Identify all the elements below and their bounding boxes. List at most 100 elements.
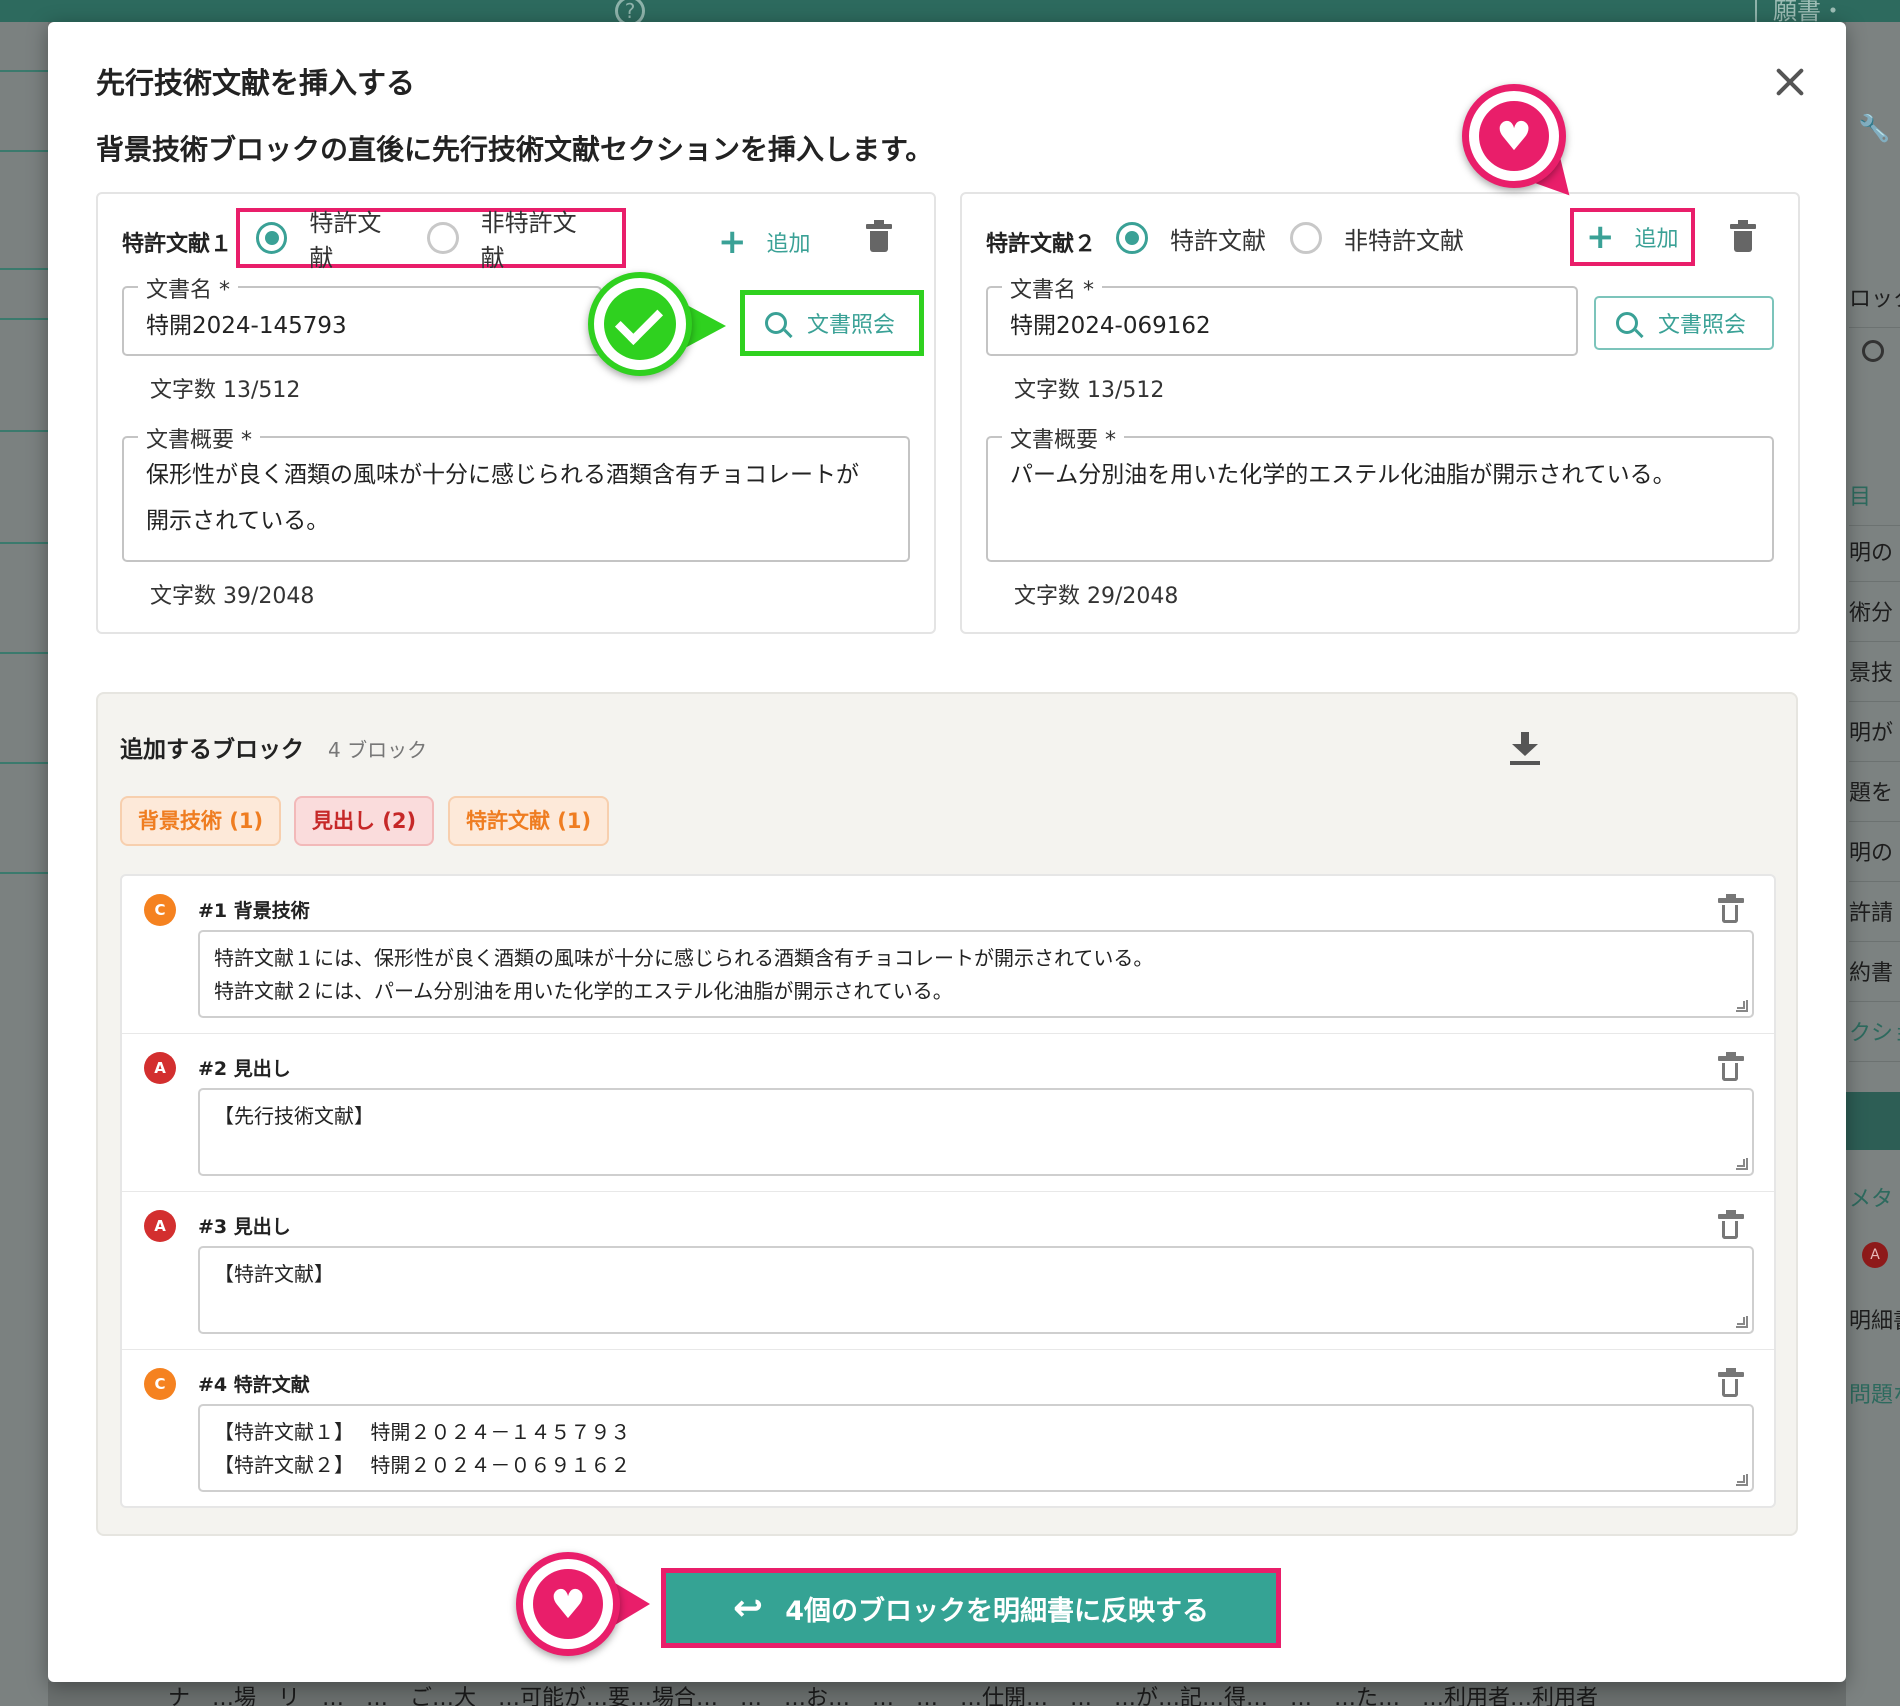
document-summary-field[interactable]: 文書概要 * 保形性が良く酒類の風味が十分に感じられる酒類含有チョコレートが開示… (122, 422, 910, 562)
search-icon (1616, 312, 1638, 334)
field-label: 文書名 * (1002, 272, 1102, 304)
app-right-sidebar: 🔧 ロック 目 明の 術分 景技 明が 題を 明の 許請 約書 クショ メタ A… (1846, 22, 1900, 1706)
sidebar-item[interactable]: 許請 (1849, 886, 1900, 942)
sidebar-item[interactable]: 明細書 (1849, 1294, 1900, 1350)
plus-icon: + (718, 222, 747, 262)
blocks-title: 追加するブロック (120, 737, 304, 763)
block-text: 【特許文献】 (214, 1262, 334, 1286)
block-list: C #1 背景技術 特許文献１には、保形性が良く酒類の風味が十分に感じられる酒類… (120, 874, 1776, 1508)
name-char-counter: 文字数 13/512 (1014, 378, 1165, 403)
document-name-field[interactable]: 文書名 * 特開2024-069162 (986, 272, 1578, 356)
heart-icon: ♥ (1479, 101, 1549, 171)
sidebar-item[interactable]: 明が (1849, 706, 1900, 762)
sidebar-item[interactable]: 明の (1849, 826, 1900, 882)
name-char-counter: 文字数 13/512 (150, 378, 301, 403)
lookup-label: 文書照会 (807, 313, 896, 338)
resize-handle-icon[interactable] (1736, 1000, 1748, 1012)
document-name-value: 特開2024-069162 (1010, 313, 1211, 339)
block-type-badge: A (144, 1210, 176, 1242)
sidebar-item[interactable]: ロック (1849, 272, 1900, 328)
trash-icon[interactable] (1718, 1052, 1744, 1081)
block-textarea[interactable]: 【特許文献１】 特開２０２４－１４５７９３ 【特許文献２】 特開２０２４－０６９… (198, 1404, 1754, 1492)
trash-icon[interactable] (1718, 1210, 1744, 1239)
trash-icon[interactable] (1730, 220, 1756, 252)
sidebar-item[interactable]: 明の (1849, 526, 1900, 582)
document-name-value: 特開2024-145793 (146, 313, 347, 339)
dialog-title: 先行技術文献を挿入する (96, 66, 416, 100)
app-tab-application[interactable]: 願書・ (1755, 0, 1900, 22)
block-textarea[interactable]: 【先行技術文献】 (198, 1088, 1754, 1176)
document-lookup-button[interactable]: 文書照会 (1594, 296, 1774, 350)
block-title: #4 特許文献 (198, 1374, 310, 1396)
sidebar-item[interactable]: 景技 (1849, 646, 1900, 702)
radio-label: 特許文献 (309, 209, 382, 272)
resize-handle-icon[interactable] (1736, 1158, 1748, 1170)
lookup-label: 文書照会 (1658, 313, 1747, 338)
sidebar-item[interactable]: 題を (1849, 766, 1900, 822)
trash-icon[interactable] (1718, 894, 1744, 923)
resize-handle-icon[interactable] (1736, 1316, 1748, 1328)
document-type-radio-group: 特許文献 非特許文献 (1100, 208, 1490, 268)
chip-patent-document[interactable]: 特許文献 (1) (448, 796, 610, 846)
document-card-1: 特許文献１ 特許文献 非特許文献 + 追加 文書名 * 特開2024-14579… (96, 192, 936, 634)
block-textarea[interactable]: 【特許文献】 (198, 1246, 1754, 1334)
close-icon[interactable] (1770, 62, 1810, 102)
heart-callout-apply: ♥ (516, 1552, 650, 1656)
radio-label: 非特許文献 (480, 209, 577, 272)
document-summary-value: 保形性が良く酒類の風味が十分に感じられる酒類含有チョコレートが開示されている。 (146, 462, 859, 534)
document-summary-field[interactable]: 文書概要 * パーム分別油を用いた化学的エステル化油脂が開示されている。 (986, 422, 1774, 562)
radio-patent[interactable]: 特許文献 (1116, 221, 1266, 256)
app-left-panel (0, 22, 48, 1706)
block-type-badge: A (144, 1052, 176, 1084)
add-document-button[interactable]: + 追加 (1570, 208, 1695, 266)
sidebar-item[interactable]: クショ (1849, 1006, 1900, 1062)
document-name-field[interactable]: 文書名 * 特開2024-145793 (122, 272, 602, 356)
block-text: 【特許文献１】 特開２０２４－１４５７９３ 【特許文献２】 特開２０２４－０６９… (214, 1420, 631, 1477)
download-icon[interactable] (1510, 732, 1540, 766)
trash-icon[interactable] (866, 220, 892, 252)
tab-label: 願書・ (1773, 0, 1845, 22)
summary-char-counter: 文字数 29/2048 (1014, 584, 1179, 609)
sidebar-item[interactable]: 術分 (1849, 586, 1900, 642)
add-document-button[interactable]: + 追加 (718, 222, 811, 262)
block-title: #2 見出し (198, 1058, 291, 1080)
add-label: 追加 (1634, 227, 1679, 252)
document-lookup-button[interactable]: 文書照会 (740, 290, 924, 356)
summary-char-counter: 文字数 39/2048 (150, 584, 315, 609)
search-icon[interactable] (1862, 340, 1884, 362)
radio-nonpatent[interactable]: 非特許文献 (1290, 221, 1464, 256)
apply-blocks-button[interactable]: ↩ 4個のブロックを明細書に反映する (661, 1568, 1281, 1648)
chip-heading[interactable]: 見出し (2) (294, 796, 435, 846)
document-summary-value: パーム分別油を用いた化学的エステル化油脂が開示されている。 (1010, 462, 1676, 488)
radio-checked-icon (1116, 222, 1148, 254)
sidebar-item[interactable]: 目 (1849, 470, 1900, 526)
blocks-panel: 追加するブロック 4 ブロック 背景技術 (1) 見出し (2) 特許文献 (1… (96, 692, 1798, 1536)
plus-icon: + (1586, 217, 1615, 257)
sidebar-item[interactable]: 約書 (1849, 946, 1900, 1002)
apply-label: 4個のブロックを明細書に反映する (785, 1595, 1209, 1627)
radio-label: 特許文献 (1170, 226, 1266, 255)
field-label: 文書概要 * (1002, 422, 1124, 454)
block-title: #1 背景技術 (198, 900, 310, 922)
sidebar-badge: A (1862, 1242, 1888, 1268)
sidebar-item[interactable]: 問題な (1849, 1368, 1900, 1424)
block-text: 【先行技術文献】 (214, 1104, 374, 1128)
resize-handle-icon[interactable] (1736, 1474, 1748, 1486)
trash-icon[interactable] (1718, 1368, 1744, 1397)
sidebar-dark-block (1846, 1092, 1900, 1150)
radio-patent[interactable]: 特許文献 (256, 203, 403, 273)
block-row: C #4 特許文献 【特許文献１】 特開２０２４－１４５７９３ 【特許文献２】 … (122, 1350, 1774, 1508)
field-label: 文書概要 * (138, 422, 260, 454)
sidebar-item[interactable]: メタ (1849, 1172, 1900, 1228)
search-icon (765, 312, 787, 334)
heart-icon: ♥ (533, 1569, 603, 1639)
check-callout (588, 272, 728, 380)
block-type-badge: C (144, 894, 176, 926)
chip-background-art[interactable]: 背景技術 (1) (120, 796, 282, 846)
radio-nonpatent[interactable]: 非特許文献 (427, 203, 598, 273)
block-title: #3 見出し (198, 1216, 291, 1238)
block-row: C #1 背景技術 特許文献１には、保形性が良く酒類の風味が十分に感じられる酒類… (122, 876, 1774, 1034)
block-textarea[interactable]: 特許文献１には、保形性が良く酒類の風味が十分に感じられる酒類含有チョコレートが開… (198, 930, 1754, 1018)
wrench-icon[interactable]: 🔧 (1858, 114, 1890, 144)
block-row: A #2 見出し 【先行技術文献】 (122, 1034, 1774, 1192)
